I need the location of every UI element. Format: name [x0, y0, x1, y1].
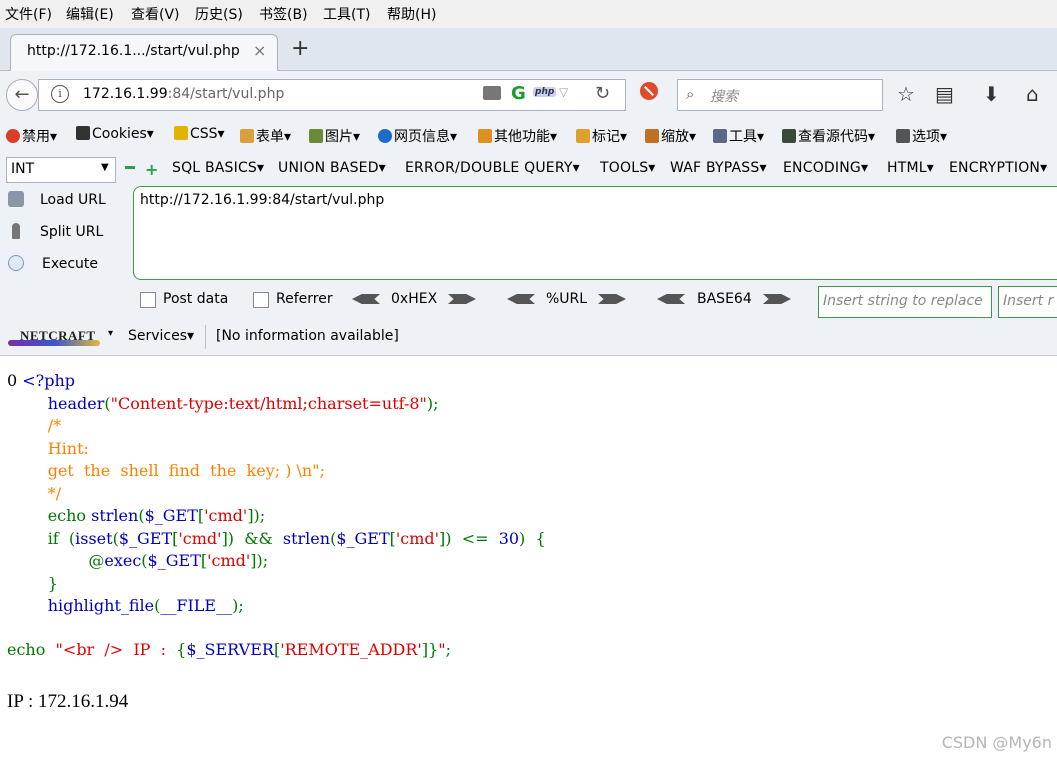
printer-icon[interactable] — [483, 86, 501, 100]
injection-type-select[interactable]: INT ▼ — [6, 157, 116, 183]
menu-bookmarks[interactable]: 书签(B) — [259, 4, 308, 24]
tab-title: http://172.16.1.../start/vul.php — [27, 43, 240, 59]
menu-tools[interactable]: 工具(T) — [323, 4, 370, 24]
block-icon[interactable] — [640, 82, 658, 100]
chevron-down-icon: ▼ — [101, 162, 109, 173]
insert-string-input[interactable]: Insert string to replace — [818, 286, 992, 318]
load-url-icon — [8, 191, 24, 207]
pencil-icon — [174, 126, 188, 140]
toolbar-view-source[interactable]: 查看源代码▾ — [782, 126, 875, 146]
referrer-label: Referrer — [276, 291, 333, 307]
plus-icon[interactable]: + — [145, 160, 158, 179]
download-icon[interactable]: ⬇ — [983, 82, 1000, 106]
toolbar-forms[interactable]: 表单▾ — [240, 126, 291, 146]
watermark: CSDN @My6n — [941, 733, 1052, 752]
hackbar-menu-error-double-query[interactable]: ERROR/DOUBLE QUERY▾ — [405, 160, 580, 176]
address-text: 172.16.1.99:84/start/vul.php — [83, 86, 285, 102]
info-icon — [378, 129, 392, 143]
search-input[interactable]: ⌕ 搜索 — [677, 79, 883, 111]
highlighted-source: 0 <?php header("Content-type:text/html;c… — [7, 371, 546, 615]
toolbar-resize[interactable]: 缩放▾ — [645, 126, 696, 146]
url-encoding-label: %URL — [546, 291, 588, 307]
search-placeholder: 搜索 — [710, 89, 738, 105]
address-bar[interactable]: i 172.16.1.99:84/start/vul.php G php ▽ ↻ — [38, 79, 626, 111]
minus-icon[interactable] — [125, 166, 135, 169]
new-tab-button[interactable]: + — [291, 36, 309, 61]
referrer-checkbox[interactable] — [253, 292, 269, 308]
resize-icon — [645, 129, 659, 143]
split-url-button[interactable]: Split URL — [8, 223, 103, 240]
ip-output: IP : 172.16.1.94 — [7, 691, 129, 712]
no-entry-icon — [6, 129, 20, 143]
execute-button[interactable]: Execute — [8, 255, 98, 272]
menu-bar: 文件(F) 编辑(E) 查看(V) 历史(S) 书签(B) 工具(T) 帮助(H… — [0, 0, 1057, 28]
hackbar-menu-encryption[interactable]: ENCRYPTION▾ — [949, 160, 1047, 176]
hackbar-menu-encoding[interactable]: ENCODING▾ — [783, 160, 868, 176]
hackbar-url-textarea[interactable]: http://172.16.1.99:84/start/vul.php — [133, 186, 1057, 280]
netcraft-logo[interactable]: NETCRAFT — [8, 327, 100, 347]
web-developer-toolbar: 禁用▾ Cookies▾ CSS▾ 表单▾ 图片▾ 网页信息▾ 其他功能▾ 标记… — [0, 117, 1057, 153]
source-icon — [782, 129, 796, 143]
tools-icon — [713, 129, 727, 143]
chevron-down-icon[interactable]: ▾ — [108, 328, 113, 339]
page-content: 0 <?php header("Content-type:text/html;c… — [0, 356, 1057, 760]
search-icon: ⌕ — [686, 85, 695, 103]
hackbar-toolbar: INT ▼ + SQL BASICS▾ UNION BASED▾ ERROR/D… — [0, 153, 1057, 185]
hackbar-url-text: http://172.16.1.99:84/start/vul.php — [140, 192, 385, 208]
replacement-string-input[interactable]: Insert r — [998, 286, 1057, 318]
hex-label: 0xHEX — [391, 291, 438, 307]
hackbar-menu-html[interactable]: HTML▾ — [887, 160, 934, 176]
php-badge-icon: php — [533, 87, 557, 97]
netcraft-site-info: [No information available] — [216, 328, 399, 344]
hackbar-menu-waf-bypass[interactable]: WAF BYPASS▾ — [670, 160, 767, 176]
chevron-down-icon[interactable]: ▽ — [559, 85, 568, 99]
post-data-label: Post data — [163, 291, 229, 307]
toolbar-outline[interactable]: 标记▾ — [576, 126, 627, 146]
play-icon — [8, 255, 24, 271]
echo-source-line: echo "<br /> IP : {$_SERVER['REMOTE_ADDR… — [7, 640, 451, 659]
back-arrow-icon[interactable]: ← — [6, 79, 38, 111]
reload-icon[interactable]: ↻ — [595, 83, 610, 104]
hackbar-menu-union-based[interactable]: UNION BASED▾ — [278, 160, 386, 176]
netcraft-toolbar: NETCRAFT ▾ Services▾ [No information ava… — [0, 319, 1057, 356]
toolbar-options[interactable]: 选项▾ — [896, 126, 947, 146]
netcraft-services-menu[interactable]: Services▾ — [128, 328, 194, 344]
menu-help[interactable]: 帮助(H) — [387, 4, 436, 24]
toolbar-tools[interactable]: 工具▾ — [713, 126, 764, 146]
toolbar-page-info[interactable]: 网页信息▾ — [378, 126, 457, 146]
toolbar-disable[interactable]: 禁用▾ — [6, 126, 57, 146]
post-data-checkbox[interactable] — [140, 292, 156, 308]
menu-file[interactable]: 文件(F) — [5, 4, 52, 24]
tab-vul-php[interactable]: http://172.16.1.../start/vul.php × — [10, 34, 278, 71]
toolbar-misc[interactable]: 其他功能▾ — [478, 126, 557, 146]
options-icon — [896, 129, 910, 143]
misc-icon — [478, 129, 492, 143]
hackbar-menu-sql-basics[interactable]: SQL BASICS▾ — [172, 160, 264, 176]
toolbar-images[interactable]: 图片▾ — [309, 126, 360, 146]
divider — [205, 325, 206, 349]
scissors-icon — [12, 223, 20, 239]
reading-list-icon[interactable]: ▤ — [935, 82, 954, 106]
toolbar-cookies[interactable]: Cookies▾ — [76, 126, 154, 142]
image-icon — [309, 129, 323, 143]
toolbar-css[interactable]: CSS▾ — [174, 126, 225, 142]
menu-view[interactable]: 查看(V) — [131, 4, 180, 24]
g-icon[interactable]: G — [511, 83, 526, 104]
star-icon[interactable]: ☆ — [897, 82, 915, 106]
hackbar-menu-tools[interactable]: TOOLS▾ — [600, 160, 656, 176]
info-icon[interactable]: i — [51, 85, 69, 103]
tab-strip: http://172.16.1.../start/vul.php × — [0, 28, 1057, 71]
user-icon — [76, 126, 90, 140]
close-icon[interactable]: × — [253, 41, 266, 60]
menu-history[interactable]: 历史(S) — [195, 4, 243, 24]
home-icon[interactable]: ⌂ — [1026, 82, 1039, 106]
load-url-button[interactable]: Load URL — [8, 191, 106, 208]
form-icon — [240, 129, 254, 143]
menu-edit[interactable]: 编辑(E) — [66, 4, 114, 24]
pencil-icon — [576, 129, 590, 143]
base64-label: BASE64 — [697, 291, 752, 307]
